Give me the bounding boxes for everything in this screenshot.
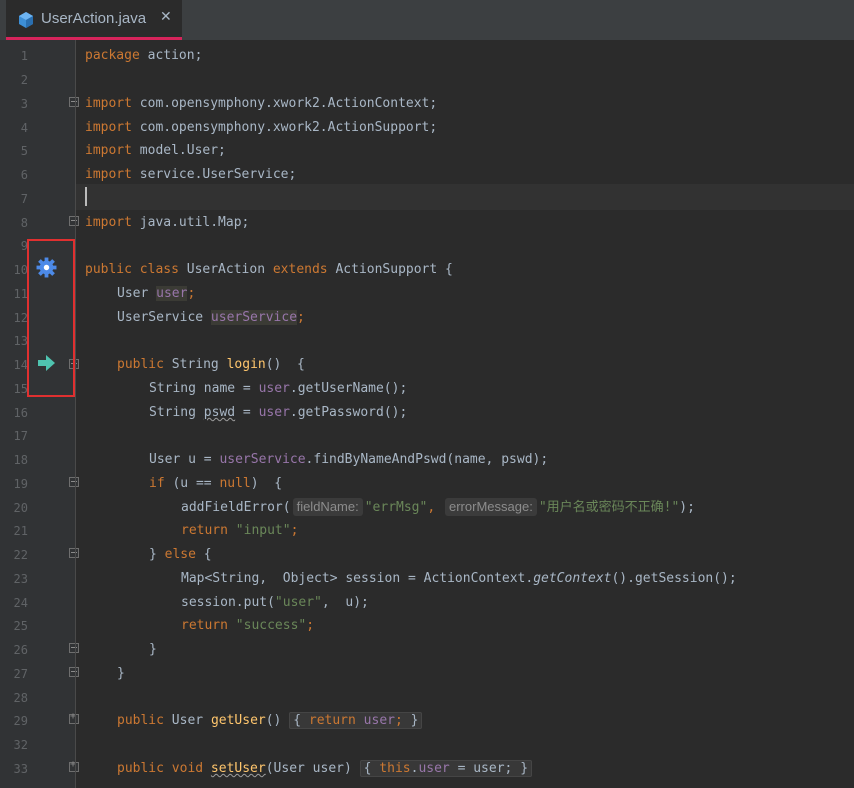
gutter-separator xyxy=(75,40,76,788)
fold-toggle[interactable] xyxy=(69,477,79,487)
folded-body[interactable]: { return user; } xyxy=(289,712,423,729)
parameter-hint: errorMessage: xyxy=(445,498,537,516)
text-caret xyxy=(85,187,87,206)
code-line-25: return "success"; xyxy=(181,618,315,633)
fold-toggle[interactable] xyxy=(69,711,79,724)
code-line-24: session.put("user", u); xyxy=(181,595,369,610)
line-number: 10 xyxy=(13,263,28,277)
line-number: 14 xyxy=(13,358,28,372)
line-number: 26 xyxy=(13,643,28,657)
line-number: 18 xyxy=(13,453,28,467)
code-line-22: } else { xyxy=(149,547,212,562)
code-line-33: public void setUser(User user) { this.us… xyxy=(117,759,533,779)
line-number: 23 xyxy=(13,572,28,586)
line-number: 9 xyxy=(20,239,28,253)
parameter-hint: fieldName: xyxy=(292,498,363,516)
code-line-26: } xyxy=(149,642,157,657)
code-line-14: public String login() { xyxy=(117,357,305,372)
line-number: 25 xyxy=(13,619,28,633)
fold-toggle[interactable] xyxy=(69,97,79,107)
code-line-18: User u = userService.findByNameAndPswd(n… xyxy=(149,452,549,467)
fold-toggle[interactable] xyxy=(69,643,79,653)
line-number: 12 xyxy=(13,311,28,325)
code-line-3: import com.opensymphony.xwork2.ActionCon… xyxy=(85,96,438,111)
code-line-5: import model.User; xyxy=(85,143,226,158)
line-number: 33 xyxy=(13,762,28,776)
line-number: 29 xyxy=(13,714,28,728)
line-number: 3 xyxy=(20,97,28,111)
line-number: 7 xyxy=(20,192,28,206)
line-number: 1 xyxy=(20,49,28,63)
code-line-12: UserService userService; xyxy=(117,310,305,325)
line-number: 15 xyxy=(13,382,28,396)
line-number: 5 xyxy=(20,144,28,158)
tab-useraction-java[interactable]: UserAction.java xyxy=(6,0,182,40)
line-number: 17 xyxy=(13,429,28,443)
current-line-highlight xyxy=(76,184,854,210)
line-number: 22 xyxy=(13,548,28,562)
line-number: 4 xyxy=(20,121,28,135)
gutter: 1 2 3 4 5 6 7 8 9 10 11 12 13 14 15 16 1… xyxy=(0,40,79,788)
line-number: 2 xyxy=(20,73,28,87)
line-number: 11 xyxy=(13,287,28,301)
folded-body[interactable]: { this.user = user; } xyxy=(359,760,533,777)
code-line-21: return "input"; xyxy=(181,523,299,538)
line-number: 16 xyxy=(13,406,28,420)
code-line-10: public class UserAction extends ActionSu… xyxy=(85,262,453,277)
tab-title: UserAction.java xyxy=(41,10,147,27)
code-line-15: String name = user.getUserName(); xyxy=(149,381,408,396)
code-line-27: } xyxy=(117,666,125,681)
code-editor[interactable]: 1 2 3 4 5 6 7 8 9 10 11 12 13 14 15 16 1… xyxy=(0,40,854,788)
code-line-29: public User getUser() { return user; } xyxy=(117,711,423,731)
line-number: 24 xyxy=(13,596,28,610)
editor-tab-bar: UserAction.java xyxy=(0,0,854,40)
line-number: 13 xyxy=(13,334,28,348)
annotation-highlight-box xyxy=(27,239,75,397)
line-number: 8 xyxy=(20,216,28,230)
java-class-icon xyxy=(19,12,33,28)
line-number: 21 xyxy=(13,524,28,538)
code-line-19: if (u == null) { xyxy=(149,476,283,491)
code-line-6: import service.UserService; xyxy=(85,167,297,182)
line-number: 20 xyxy=(13,501,28,515)
fold-toggle[interactable] xyxy=(69,548,79,558)
code-line-8: import java.util.Map; xyxy=(85,215,250,230)
line-number: 32 xyxy=(13,738,28,752)
code-line-16: String pswd = user.getPassword(); xyxy=(149,405,408,420)
fold-toggle[interactable] xyxy=(69,667,79,677)
code-line-20: addFieldError(fieldName: "errMsg", errorM… xyxy=(181,498,695,516)
fold-toggle[interactable] xyxy=(69,216,79,226)
code-line-4: import com.opensymphony.xwork2.ActionSup… xyxy=(85,120,438,135)
code-line-23: Map<String, Object> session = ActionCont… xyxy=(181,571,737,586)
line-number: 19 xyxy=(13,477,28,491)
code-line-1: package action; xyxy=(85,48,203,63)
close-icon[interactable] xyxy=(160,9,172,25)
fold-toggle[interactable] xyxy=(69,759,79,772)
line-number: 28 xyxy=(13,691,28,705)
line-number: 27 xyxy=(13,667,28,681)
line-number: 6 xyxy=(20,168,28,182)
code-line-11: User user; xyxy=(117,286,196,301)
